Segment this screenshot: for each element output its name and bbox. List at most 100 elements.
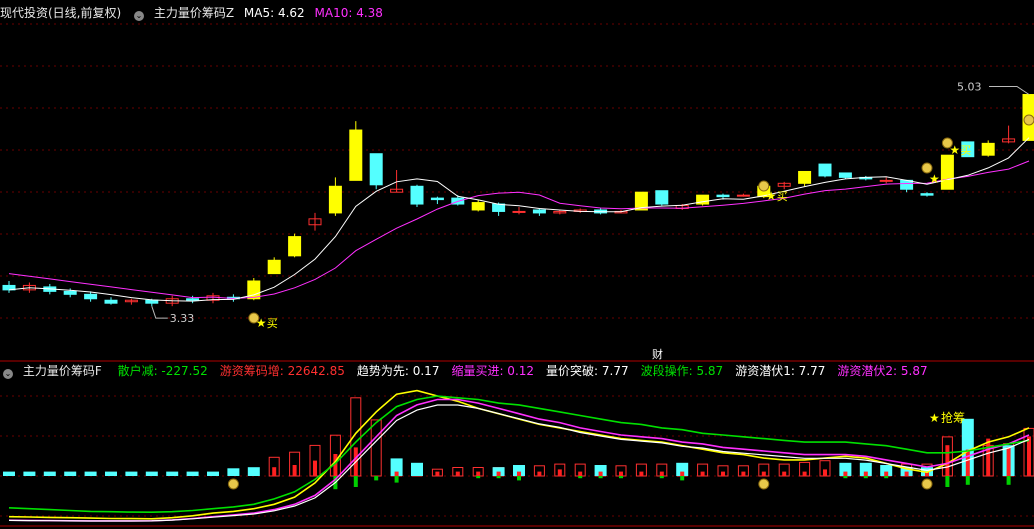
red-bar: [537, 471, 542, 476]
dropdown-icon[interactable]: ⌄: [3, 369, 13, 379]
candle-body: [838, 172, 852, 178]
candle-body: [267, 259, 281, 275]
buy-star-icon: ★: [929, 172, 940, 186]
cyan-bar: [23, 471, 36, 476]
green-bar: [394, 476, 399, 483]
green-bar: [578, 476, 583, 479]
candle-body: [349, 129, 363, 181]
buy-label: 买: [940, 173, 951, 186]
candle-body: [655, 190, 669, 205]
cyan-bar: [247, 467, 260, 476]
red-bar: [721, 471, 725, 476]
lower-header: ⌄ 主力量价筹码F 散户减: -227.52 游资筹码增: 22642.85 趋势为…: [0, 362, 940, 380]
candle-body: [288, 236, 302, 257]
indicator-value-1: 游资筹码增: 22642.85: [219, 364, 345, 378]
red-bar: [680, 471, 685, 476]
cyan-bar: [145, 471, 158, 476]
candle-body: [369, 153, 383, 186]
candle-body: [920, 193, 934, 196]
red-bar: [578, 471, 583, 476]
money-bag-icon: [227, 478, 239, 490]
red-bar: [639, 471, 644, 476]
red-bar: [557, 469, 562, 476]
red-bar: [598, 471, 603, 476]
candle-body: [63, 290, 77, 295]
candle-body: [736, 194, 750, 197]
upper-header: 现代投资(日线,前复权) ⌄ 主力量价筹码Z MA5: 4.62 MA10: 4…: [0, 4, 389, 22]
green-bar: [1006, 476, 1011, 485]
max-price-pointer: [989, 86, 1030, 95]
buy-star-icon: ★: [949, 143, 960, 157]
green-bar: [659, 476, 664, 479]
buy-label: 买: [267, 317, 278, 330]
green-bar: [680, 476, 685, 481]
red-bar: [476, 471, 481, 476]
ma5-line: [8, 137, 1030, 302]
red-bar: [659, 471, 664, 476]
max-price-label: 5.03: [957, 81, 982, 94]
cyan-bar: [186, 471, 199, 476]
red-bar: [435, 471, 440, 476]
upper-grid: [0, 23, 1034, 319]
candle-body: [328, 185, 342, 214]
green-bar: [863, 476, 868, 479]
red-bar: [619, 471, 623, 476]
money-bag-icon: [921, 478, 933, 490]
green-bar: [884, 476, 889, 479]
candle-body: [430, 197, 444, 201]
red-bar: [517, 471, 521, 476]
green-bar: [619, 476, 623, 479]
candle-body: [84, 293, 98, 300]
candle-body: [145, 299, 159, 304]
ma10-value: MA10: 4.38: [314, 6, 383, 20]
red-bar: [904, 471, 909, 476]
green-bar: [353, 476, 358, 487]
cyan-bar: [125, 471, 138, 476]
cyan-bar: [64, 471, 77, 476]
candle-body: [879, 179, 893, 182]
red-bar: [700, 471, 705, 476]
indicator-name-bottom[interactable]: 主力量价筹码F: [23, 364, 102, 378]
stock-title[interactable]: 现代投资(日线,前复权): [0, 6, 121, 20]
kline-chart-area[interactable]: 5.033.33★买★买★买★买★买 ★抢筹: [0, 0, 1034, 529]
red-bar: [313, 460, 317, 476]
red-bar: [863, 471, 868, 476]
indicator-value-5: 波段操作: 5.87: [640, 364, 724, 378]
money-bag-icon: [758, 478, 770, 490]
buy-star-icon: ★: [256, 316, 267, 330]
money-bag-icon: [1023, 114, 1034, 126]
green-bar: [496, 476, 501, 479]
green-bar: [374, 476, 379, 481]
trend-line: [8, 404, 1030, 522]
red-bar: [823, 469, 827, 476]
cyan-bar: [227, 468, 240, 476]
cyan-bar: [411, 462, 423, 476]
cyan-bar: [3, 471, 15, 476]
green-bar: [965, 476, 970, 485]
ma5-value: MA5: 4.62: [243, 6, 305, 20]
buy-label: 买: [777, 190, 788, 203]
indicator-value-0: 散户减: -227.52: [117, 364, 208, 378]
indicator-name-top[interactable]: 主力量价筹码Z: [154, 6, 234, 20]
ma10-line: [8, 160, 1030, 300]
candle-body: [471, 202, 485, 211]
series-line: [8, 389, 1030, 520]
green-bar: [843, 476, 848, 479]
green-bar: [945, 476, 950, 487]
dropdown-icon[interactable]: ⌄: [134, 11, 145, 21]
red-bar: [455, 471, 460, 476]
min-price-pointer: [151, 306, 168, 319]
red-bar: [272, 467, 277, 476]
cyan-bar: [43, 471, 56, 476]
candle-body: [186, 298, 200, 301]
red-bar: [945, 445, 950, 476]
red-bar: [884, 471, 889, 476]
indicator-value-2: 趋势为先: 0.17: [356, 364, 440, 378]
candle-body: [981, 142, 995, 156]
grab-label: 抢筹: [941, 410, 965, 425]
red-bar: [782, 471, 787, 476]
red-bar: [496, 471, 501, 476]
cyan-bar: [207, 471, 219, 476]
finance-tag[interactable]: 财: [652, 346, 663, 362]
candle-body: [716, 194, 730, 198]
